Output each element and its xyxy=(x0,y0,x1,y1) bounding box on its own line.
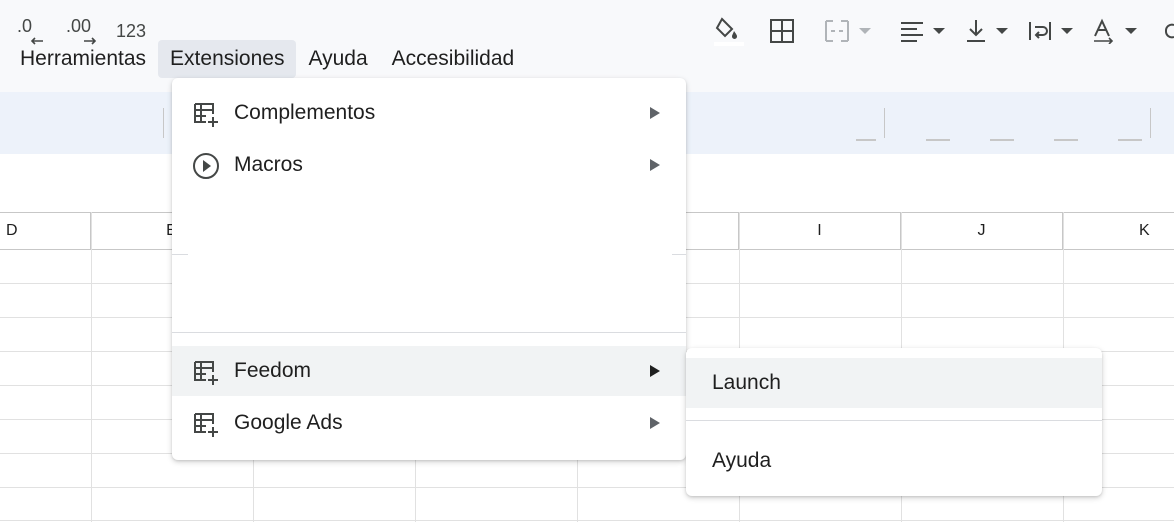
more-formats-label: 123 xyxy=(115,20,147,41)
link-icon xyxy=(1165,23,1174,39)
menu-item-feedom[interactable]: Feedom xyxy=(172,346,686,396)
table-add-icon xyxy=(194,103,218,127)
more-formats-button[interactable]: 123 xyxy=(110,0,152,62)
menu-item-label: Feedom xyxy=(234,359,312,382)
menu-extensiones[interactable]: Extensiones xyxy=(158,40,297,78)
horizontal-align-button[interactable] xyxy=(894,0,950,62)
arrow-right-icon xyxy=(84,37,97,45)
rotation-underline xyxy=(1118,139,1142,141)
align-bottom-icon xyxy=(967,20,985,42)
merge-cells-button[interactable] xyxy=(818,0,876,62)
menu-separator xyxy=(172,332,686,333)
column-header-k[interactable]: K xyxy=(1063,213,1174,249)
fill-color-button[interactable] xyxy=(708,0,750,62)
menu-separator xyxy=(172,254,188,255)
align-left-icon xyxy=(901,22,923,42)
wrap-underline xyxy=(1054,139,1078,141)
merge-cells-icon xyxy=(825,20,849,42)
column-line xyxy=(91,212,92,522)
row-line xyxy=(0,520,1174,521)
menu-accesibilidad[interactable]: Accesibilidad xyxy=(380,40,527,78)
menu-separator xyxy=(686,420,1102,421)
text-rotation-icon xyxy=(1094,18,1114,44)
chevron-down-icon xyxy=(1061,28,1073,34)
toolbar-divider-2 xyxy=(884,108,885,138)
arrow-left-icon xyxy=(30,37,43,45)
increase-decimals-button[interactable]: .00 xyxy=(60,0,104,62)
merge-underline xyxy=(856,139,876,141)
text-wrap-button[interactable] xyxy=(1022,0,1078,62)
menu-item-complementos[interactable]: Complementos xyxy=(172,88,686,138)
menu-separator xyxy=(672,254,686,255)
table-add-icon xyxy=(194,361,218,385)
submenu-item-launch[interactable]: Launch xyxy=(686,358,1102,408)
chevron-down-icon xyxy=(1125,28,1137,34)
chevron-down-icon xyxy=(996,28,1008,34)
chevron-down-icon xyxy=(859,28,871,34)
toolbar-divider-3 xyxy=(1150,108,1151,138)
chevron-down-icon xyxy=(933,28,945,34)
feedom-submenu: Launch Ayuda xyxy=(686,348,1102,496)
paint-bucket-icon xyxy=(714,17,744,46)
submenu-arrow-icon xyxy=(650,417,660,429)
menu-ayuda[interactable]: Ayuda xyxy=(296,40,379,78)
menu-item-label: Google Ads xyxy=(234,411,343,434)
column-header-j[interactable]: J xyxy=(901,213,1063,249)
submenu-arrow-icon xyxy=(650,365,660,377)
column-header-d[interactable]: D xyxy=(0,213,91,249)
menu-item-google-ads[interactable]: Google Ads xyxy=(172,398,686,448)
vertical-align-button[interactable] xyxy=(958,0,1014,62)
valign-underline xyxy=(990,139,1014,141)
extensions-menu: Complementos Macros Feedom Google Ads xyxy=(172,78,686,460)
borders-button[interactable] xyxy=(763,0,801,62)
align-underline xyxy=(926,139,950,141)
menu-item-macros[interactable]: Macros xyxy=(172,140,686,190)
play-circle-icon xyxy=(193,153,219,179)
text-wrap-icon xyxy=(1029,22,1051,40)
decrease-decimals-label: .0 xyxy=(17,16,33,36)
link-button[interactable] xyxy=(1160,0,1174,62)
borders-icon xyxy=(770,19,794,43)
column-header-i[interactable]: I xyxy=(739,213,901,249)
increase-decimals-label: .00 xyxy=(66,16,92,36)
submenu-arrow-icon xyxy=(650,107,660,119)
toolbar-divider xyxy=(163,108,164,138)
text-rotation-button[interactable] xyxy=(1086,0,1142,62)
submenu-item-ayuda[interactable]: Ayuda xyxy=(686,436,1102,486)
table-add-icon xyxy=(194,413,218,437)
menu-item-label: Macros xyxy=(234,153,303,176)
decrease-decimals-button[interactable]: .0 xyxy=(10,0,50,62)
menu-item-label: Complementos xyxy=(234,101,376,124)
submenu-arrow-icon xyxy=(650,159,660,171)
